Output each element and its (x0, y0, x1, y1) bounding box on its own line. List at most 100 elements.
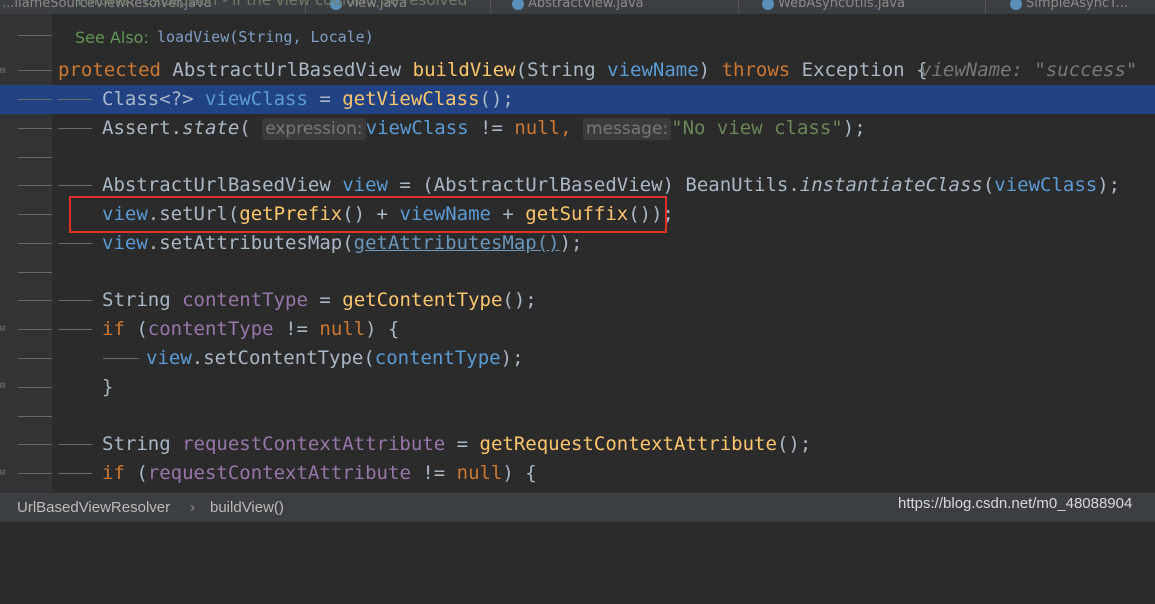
punctuation: ) { (502, 462, 537, 484)
operator: = (307, 88, 343, 110)
parameter-hint: expression: (262, 118, 366, 140)
code-line-if-content-type: if (contentType != null) { (0, 315, 1155, 344)
highlight-annotation-box (69, 196, 667, 233)
indent-guide (18, 387, 52, 388)
breadcrumb-method[interactable]: buildView() (210, 499, 284, 516)
breadcrumb-separator: › (190, 499, 195, 516)
type-text: String (102, 289, 183, 311)
see-also-label: See Also: (75, 28, 149, 47)
code-line-if-request-context: if (requestContextAttribute != null) { (0, 459, 1155, 488)
javadoc-see-also-line: See Also: loadView(String, Locale) (0, 21, 1155, 49)
punctuation: ); (500, 347, 524, 369)
operator: != (410, 462, 457, 484)
return-type: AbstractUrlBasedView (172, 59, 402, 81)
string-literal: "No view class" (671, 117, 843, 139)
paren: ( (515, 59, 528, 81)
paren: ) (698, 59, 711, 81)
indent-guide (58, 300, 92, 301)
type-text: String (102, 433, 183, 455)
javadoc-throws-line: Throws: Exception - if the view couldn't… (0, 0, 1155, 10)
indent-guide (18, 214, 52, 215)
type-text: Class<?> (102, 88, 205, 110)
paren: ( (982, 174, 995, 196)
keyword-null: null (456, 462, 503, 484)
method-call: getViewClass (342, 88, 480, 110)
keyword-null: null (514, 117, 561, 139)
method-call: getContentType (342, 289, 503, 311)
indent-guide (18, 300, 52, 301)
punctuation: ); (559, 232, 583, 254)
method-link[interactable]: getAttributesMap() (354, 232, 560, 254)
variable-name: contentType (374, 347, 501, 369)
indent-guide (58, 329, 92, 330)
see-also-link[interactable]: loadView(String, Locale) (157, 23, 374, 52)
code-line-assert: Assert.state( expression: viewClass != nu… (0, 114, 1155, 143)
indent-guide (58, 99, 92, 100)
code-line-method-signature: protected AbstractUrlBasedView buildView… (0, 56, 1155, 85)
indent-guide (18, 272, 52, 273)
indent-guide (18, 243, 52, 244)
class-ref: Assert. (102, 117, 183, 139)
code-line-empty (0, 143, 1155, 172)
punctuation: ); (1097, 174, 1121, 196)
indent-guide (18, 70, 52, 71)
keyword-if: if (102, 462, 125, 484)
variable-name: contentType (147, 318, 274, 340)
variable-name: requestContextAttribute (147, 462, 411, 484)
code-line-empty (0, 402, 1155, 431)
indent-guide (58, 185, 92, 186)
param-type: String (527, 59, 596, 81)
indent-guide (58, 243, 92, 244)
brace: } (102, 376, 114, 398)
type-text: AbstractUrlBasedView (102, 174, 343, 196)
cast-text: = (AbstractUrlBasedView) BeanUtils. (387, 174, 800, 196)
operator: != (273, 318, 320, 340)
indent-guide (18, 358, 52, 359)
operator: = (445, 433, 480, 455)
code-line-content-type: String contentType = getContentType(); (0, 286, 1155, 315)
debug-inlay-value: viewName: "success" (920, 59, 1138, 81)
method-call: .setContentType( (191, 347, 375, 369)
punctuation: (); (776, 433, 812, 455)
param-name: viewName (607, 59, 699, 81)
indent-guide (58, 128, 92, 129)
variable-name: viewClass (994, 174, 1098, 196)
indent-guide (18, 35, 52, 36)
code-line-selected: Class<?> viewClass = getViewClass(); (0, 85, 1155, 114)
paren: ( (124, 462, 148, 484)
punctuation: ); (842, 117, 866, 139)
indent-guide (18, 99, 52, 100)
indent-guide (58, 473, 92, 474)
indent-guide (18, 416, 52, 417)
code-line-request-context: String requestContextAttribute = getRequ… (0, 430, 1155, 459)
indent-guide (103, 358, 139, 359)
keyword-throws: throws (721, 59, 791, 81)
breadcrumb-class[interactable]: UrlBasedViewResolver (17, 499, 170, 516)
method-name: buildView (412, 59, 516, 81)
method-call: instantiateClass (799, 174, 983, 196)
exception-type: Exception (801, 59, 905, 81)
indent-guide (18, 444, 52, 445)
code-line-empty (0, 258, 1155, 287)
variable-name: view (102, 232, 148, 254)
punctuation: , (560, 117, 572, 139)
punctuation: ) { (365, 318, 400, 340)
paren: ( (239, 117, 251, 139)
indent-guide (18, 128, 52, 129)
method-call: .setAttributesMap( (147, 232, 354, 254)
keyword-protected: protected (58, 59, 161, 81)
indent-guide (58, 444, 92, 445)
code-line-close-brace: } (0, 373, 1155, 402)
javadoc-throws-text: Throws: Exception - if the view couldn't… (75, 0, 468, 9)
breadcrumb-bar: UrlBasedViewResolver › buildView() https… (0, 492, 1155, 522)
punctuation: (); (502, 289, 537, 311)
code-editor[interactable]: Throws: Exception - if the view couldn't… (0, 0, 1155, 492)
variable-name: view (342, 174, 388, 196)
code-line-set-attributes: view.setAttributesMap(getAttributesMap()… (0, 229, 1155, 258)
variable-name: viewClass (365, 117, 469, 139)
code-line-set-content-type: view.setContentType(contentType); (0, 344, 1155, 373)
indent-guide (18, 185, 52, 186)
variable-name: contentType (182, 289, 308, 311)
indent-guide (18, 157, 52, 158)
indent-guide (18, 473, 52, 474)
